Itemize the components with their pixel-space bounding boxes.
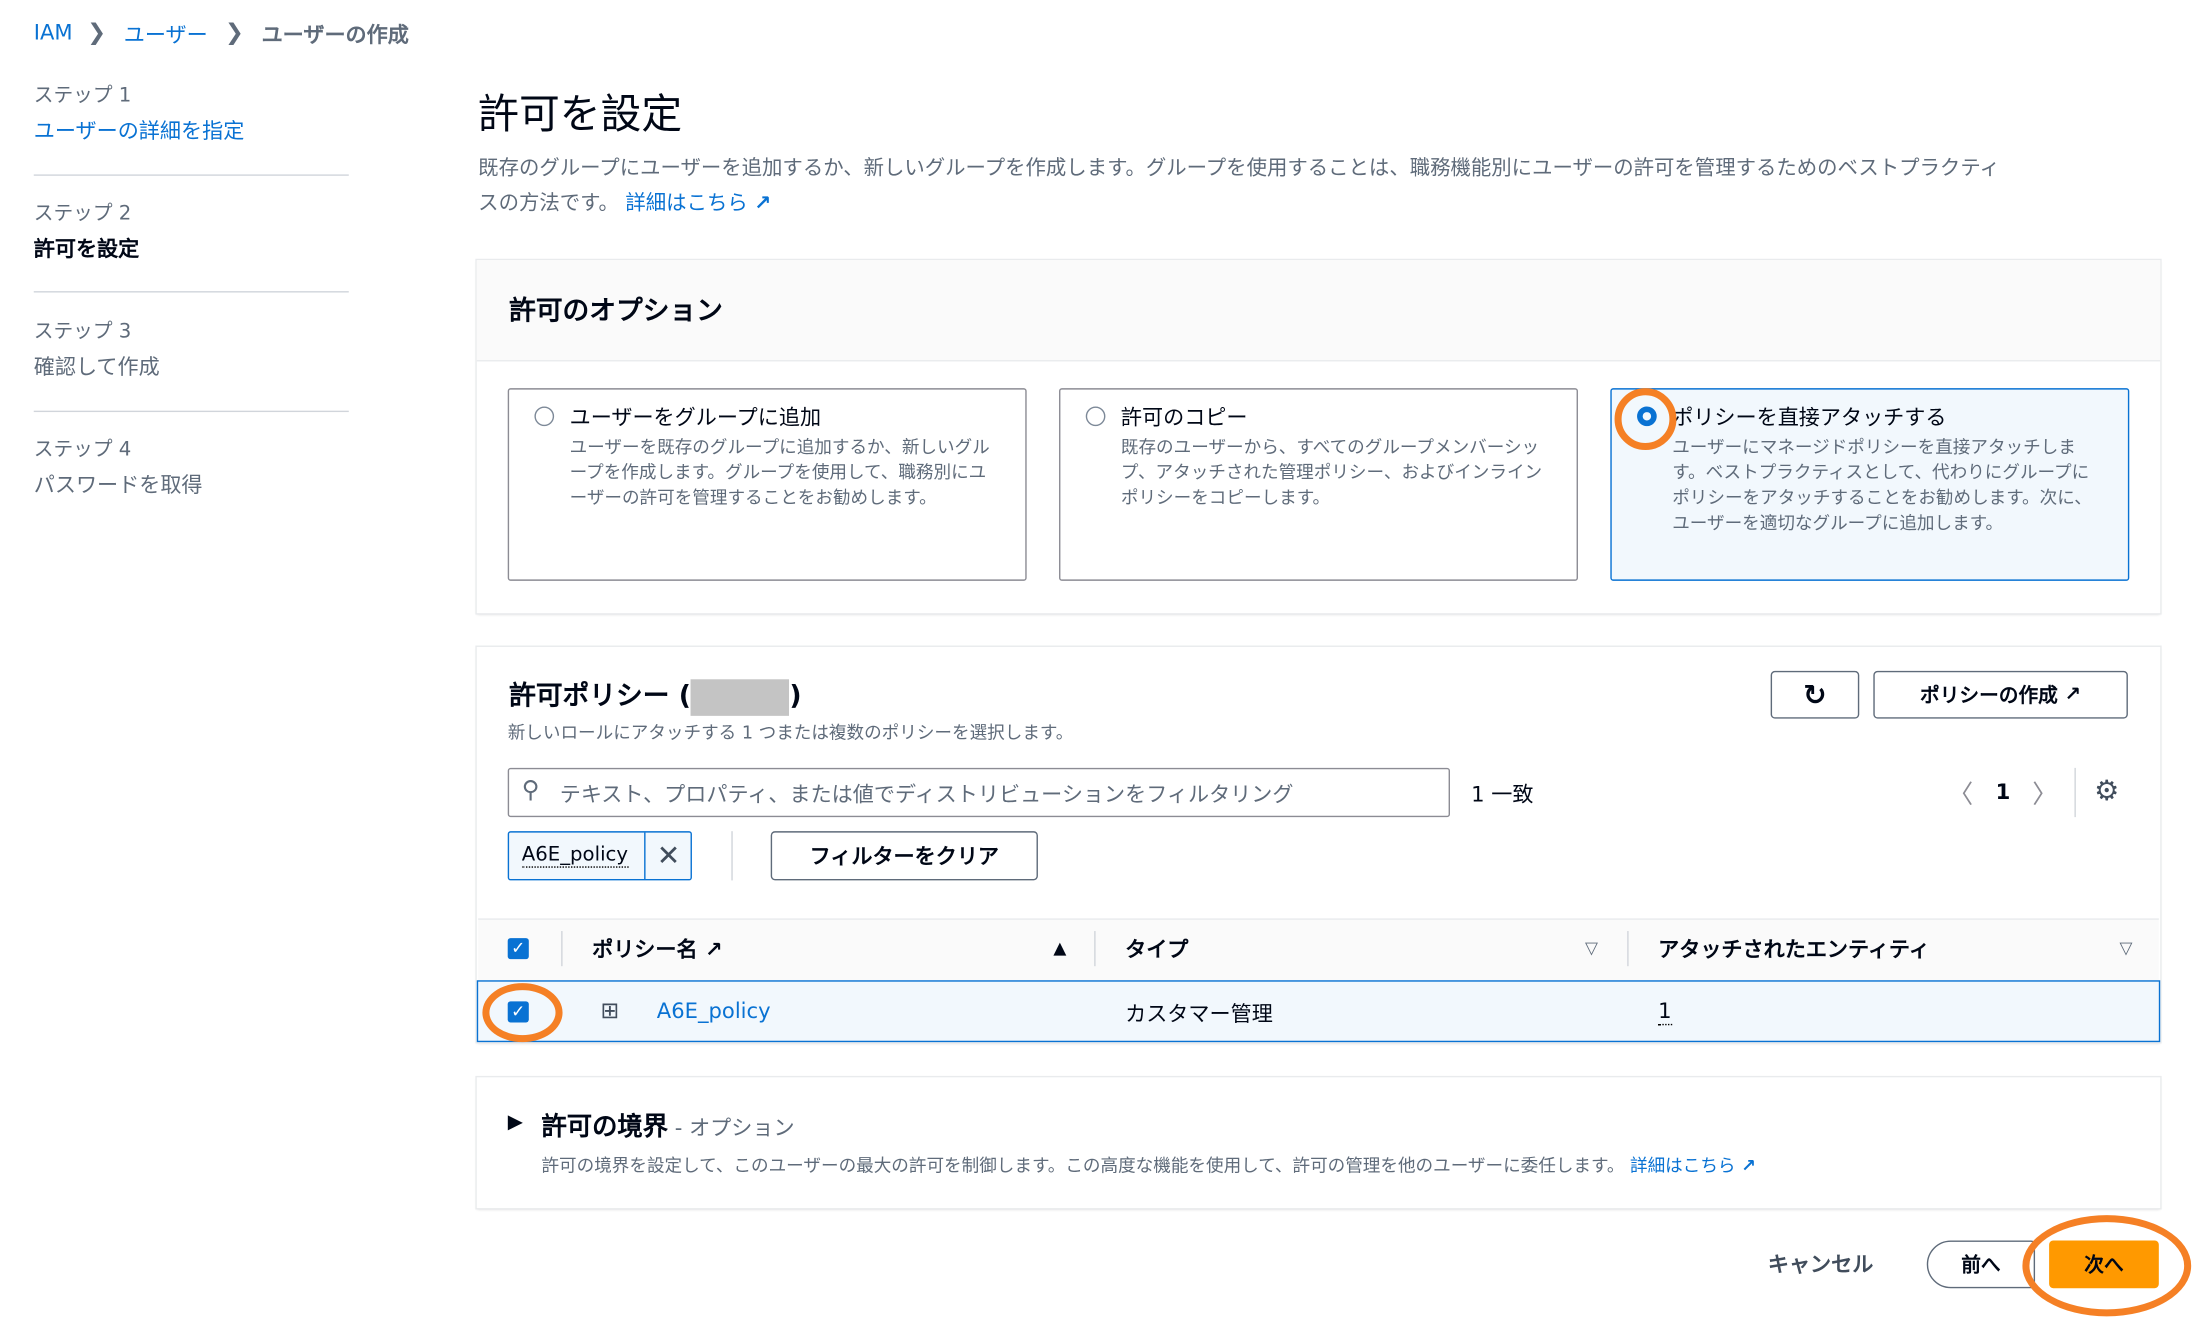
option-copy-permissions[interactable]: 許可のコピー 既存のユーザーから、すべてのグループメンバーシップ、アタッチされた… — [1059, 388, 1578, 581]
option-add-to-group[interactable]: ユーザーをグループに追加 ユーザーを既存のグループに追加するか、新しいグループを… — [507, 388, 1027, 581]
boundary-learn-more-link[interactable]: 詳細はこちら ↗ — [1630, 1155, 1756, 1176]
external-link-icon: ↗ — [754, 192, 772, 216]
column-header-entities[interactable]: アタッチされたエンティティ — [1658, 934, 1930, 964]
column-label: ポリシー名 — [592, 936, 698, 962]
expand-icon[interactable]: ⊞ — [601, 997, 620, 1024]
column-divider — [561, 931, 563, 967]
option-description: ユーザーにマネージドポリシーを直接アタッチします。ベストプラクティスとして、代わ… — [1672, 435, 2092, 534]
create-policy-label: ポリシーの作成 — [1919, 684, 2058, 708]
step-2-current: 許可を設定 — [33, 236, 140, 262]
search-icon: ⚲ — [521, 776, 540, 805]
policy-name-link[interactable]: A6E_policy — [657, 999, 771, 1024]
divider — [33, 410, 349, 413]
option-attach-policies[interactable]: ポリシーを直接アタッチする ユーザーにマネージドポリシーを直接アタッチします。ベ… — [1610, 388, 2130, 581]
external-link-icon: ↗ — [2064, 683, 2082, 707]
next-page-icon[interactable]: 〉 — [2032, 775, 2057, 812]
divider — [2074, 767, 2076, 818]
previous-button[interactable]: 前へ — [1926, 1240, 2036, 1289]
column-divider — [1094, 931, 1096, 967]
radio-button[interactable] — [534, 406, 555, 427]
option-title: 許可のコピー — [1120, 405, 1248, 431]
policies-title: 許可ポリシー () — [509, 675, 802, 716]
boundary-title[interactable]: 許可の境界 - オプション — [541, 1107, 794, 1144]
cancel-button[interactable]: キャンセル — [1768, 1249, 1874, 1279]
annotation-highlight — [482, 983, 563, 1043]
breadcrumb-iam[interactable]: IAM — [34, 20, 73, 45]
step-3-label: ステップ 3 — [33, 320, 132, 344]
page-title: 許可を設定 — [478, 90, 683, 138]
boundary-desc-text: 許可の境界を設定して、このユーザーの最大の許可を制御します。この高度な機能を使用… — [541, 1154, 1625, 1176]
option-description: 既存のユーザーから、すべてのグループメンバーシップ、アタッチされた管理ポリシー、… — [1120, 435, 1543, 508]
gear-icon[interactable]: ⚙ — [2094, 774, 2119, 808]
select-all-checkbox[interactable]: ✓ — [507, 938, 529, 960]
match-count: 1 一致 — [1471, 781, 1534, 808]
redacted-count — [690, 678, 790, 716]
sort-icon[interactable]: ▽ — [1585, 938, 1598, 958]
learn-more-text: 詳細はこちら — [625, 192, 748, 216]
page-description: 既存のグループにユーザーを追加するか、新しいグループを作成します。グループを使用… — [478, 152, 2152, 222]
chevron-right-icon: ❯ — [87, 18, 107, 46]
step-1-link[interactable]: ユーザーの詳細を指定 — [34, 115, 245, 145]
remove-token-icon[interactable]: ✕ — [657, 838, 681, 872]
boundary-description: 許可の境界を設定して、このユーザーの最大の許可を制御します。この高度な機能を使用… — [541, 1150, 1755, 1177]
radio-button[interactable] — [1085, 406, 1106, 427]
annotation-highlight — [1614, 388, 1677, 451]
search-placeholder: テキスト、プロパティ、または値でディストリビューションをフィルタリング — [559, 781, 1294, 808]
option-title: ユーザーをグループに追加 — [569, 405, 822, 431]
policies-title-text: 許可ポリシー ( — [509, 680, 691, 712]
chevron-right-icon: ❯ — [225, 18, 244, 46]
external-link-icon: ↗ — [704, 936, 723, 962]
clear-filter-button[interactable]: フィルターをクリア — [770, 831, 1038, 881]
policies-subtitle: 新しいロールにアタッチする 1 つまたは複数のポリシーを選択します。 — [507, 721, 1074, 743]
search-input[interactable]: ⚲ テキスト、プロパティ、または値でディストリビューションをフィルタリング — [507, 767, 1450, 818]
breadcrumb-users[interactable]: ユーザー — [124, 20, 208, 50]
step-2-label: ステップ 2 — [33, 202, 132, 226]
option-title: ポリシーを直接アタッチする — [1672, 405, 1947, 431]
policies-title-end: ) — [789, 680, 802, 712]
option-description: ユーザーを既存のグループに追加するか、新しいグループを作成します。グループを使用… — [569, 435, 990, 508]
filter-token: A6E_policy ✕ — [507, 831, 692, 881]
description-text: スの方法です。 — [478, 192, 619, 216]
attached-entities[interactable]: 1 — [1658, 999, 1672, 1026]
filter-token-label: A6E_policy — [521, 843, 629, 868]
divider — [33, 174, 349, 176]
sort-icon[interactable]: ▽ — [2119, 938, 2132, 958]
breadcrumb-current: ユーザーの作成 — [261, 22, 409, 48]
prev-page-icon[interactable]: 〈 — [1948, 775, 1973, 812]
boundary-title-text: 許可の境界 — [541, 1112, 669, 1142]
column-header-type[interactable]: タイプ — [1125, 934, 1188, 964]
column-header-policy-name[interactable]: ポリシー名 ↗ — [592, 934, 723, 964]
divider — [33, 291, 349, 293]
sort-ascending-icon[interactable]: ▲ — [1053, 938, 1066, 958]
description-text: 既存のグループにユーザーを追加するか、新しいグループを作成します。グループを使用… — [478, 157, 2000, 181]
column-divider — [1627, 931, 1629, 967]
external-link-icon: ↗ — [1741, 1154, 1756, 1176]
options-title: 許可のオプション — [509, 295, 723, 327]
step-1-label: ステップ 1 — [33, 84, 132, 107]
annotation-highlight — [2022, 1215, 2192, 1317]
policy-type: カスタマー管理 — [1125, 1001, 1273, 1027]
refresh-icon: ↻ — [1803, 677, 1827, 712]
create-policy-button[interactable]: ポリシーの作成 ↗ — [1873, 670, 2128, 719]
divider — [731, 831, 733, 881]
step-4-label: ステップ 4 — [33, 438, 132, 462]
boundary-optional: - オプション — [668, 1115, 795, 1141]
learn-more-link[interactable]: 詳細はこちら ↗ — [625, 193, 771, 216]
step-4-title: パスワードを取得 — [33, 472, 203, 498]
expand-triangle-icon[interactable]: ▶ — [508, 1111, 523, 1134]
page-number[interactable]: 1 — [1996, 779, 2011, 804]
learn-more-text: 詳細はこちら — [1630, 1154, 1736, 1176]
refresh-button[interactable]: ↻ — [1770, 670, 1860, 719]
step-3-title: 確認して作成 — [33, 354, 160, 380]
